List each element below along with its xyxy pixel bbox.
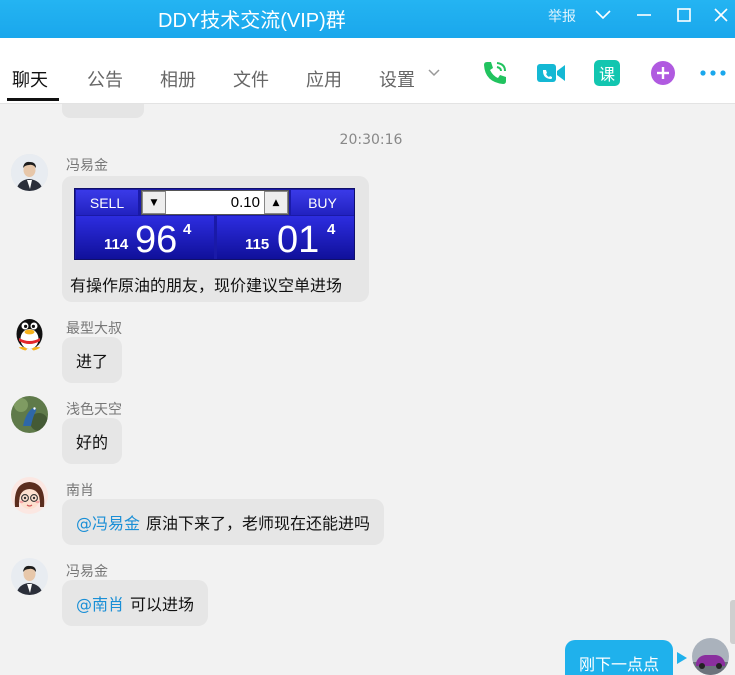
chevron-down-icon [595,10,611,20]
user-avatar-icon [11,154,48,191]
class-icon: 课 [594,60,620,86]
sender-name: 浅色天空 [66,402,122,418]
quantity-value: 0.10 [230,194,260,211]
sender-name: 冯易金 [66,158,108,174]
phone-icon [484,62,506,84]
avatar[interactable] [11,314,48,351]
sender-name: 冯易金 [66,564,108,580]
add-app-button[interactable] [648,58,678,88]
penguin-avatar-icon [16,319,43,351]
sell-price-main: 96 [135,219,178,261]
maximize-button[interactable] [666,0,702,30]
sell-price-panel[interactable]: 114 96 4 [76,216,214,261]
tab-settings[interactable]: 设置 [379,66,415,92]
more-button[interactable] [698,58,728,88]
quantity-stepper[interactable]: ▼ 0.10 ▲ [141,190,289,215]
buy-price-panel[interactable]: 115 01 4 [217,216,354,261]
bubble-tail [677,652,687,664]
more-icon [700,70,726,76]
trade-message-bubble: SELL ▼ 0.10 ▲ BUY 114 96 4 115 01 4 有操作原… [62,176,369,302]
chevron-down-icon [428,69,440,77]
mention-link[interactable]: @南肖 [76,591,124,615]
plus-app-icon [651,61,675,85]
car-avatar-icon [692,638,729,675]
caret-down-icon: ▼ [150,197,158,208]
user-avatar-icon [11,558,48,595]
maximize-icon [677,8,691,22]
avatar[interactable] [11,477,48,514]
message-bubble: @南肖 可以进场 [62,580,209,626]
title-bar: DDY技术交流(VIP)群 举报 [0,0,735,38]
buy-price-main: 01 [277,219,320,261]
class-button[interactable]: 课 [592,58,622,88]
scrollbar-handle[interactable] [730,600,735,644]
trade-widget: SELL ▼ 0.10 ▲ BUY 114 96 4 115 01 4 [74,188,355,261]
message-text: 刚下一点点 [579,655,660,674]
voice-call-button[interactable] [480,58,510,88]
avatar[interactable] [11,396,48,433]
quantity-decrease-button[interactable]: ▼ [142,191,166,214]
mention-link[interactable]: @冯易金 [76,510,140,534]
message-bubble: 进了 [62,337,123,383]
sell-price-prefix: 114 [104,236,129,253]
minimize-icon [637,14,651,16]
tab-files[interactable]: 文件 [233,66,269,92]
minimize-button[interactable] [626,0,662,30]
active-tab-indicator [7,98,59,101]
message-bubble: 好的 [62,418,123,464]
avatar[interactable] [11,558,48,595]
message-text: 有操作原油的朋友，现价建议空单进场 [70,276,343,295]
sell-price-sup: 4 [183,221,192,238]
sell-button[interactable]: SELL [76,190,138,215]
window-title: DDY技术交流(VIP)群 [158,10,346,32]
message-timestamp: 20:30:16 [339,132,403,148]
tab-bar: 聊天 公告 相册 文件 应用 设置 课 [0,38,735,104]
message-bubble: @冯易金 原油下来了，老师现在还能进吗 [62,499,385,545]
buy-price-sup: 4 [327,221,336,238]
message-text: 可以进场 [130,595,195,614]
chat-message-list[interactable]: 20:30:16 冯易金 SELL ▼ 0.10 ▲ BUY 114 96 4 [0,104,735,675]
buy-button[interactable]: BUY [291,190,354,215]
previous-message-bubble [62,104,144,118]
buy-price-prefix: 115 [245,236,270,253]
caret-up-icon: ▲ [272,197,280,208]
tab-chat[interactable]: 聊天 [12,66,48,92]
tab-announcement[interactable]: 公告 [87,66,123,92]
video-call-icon [537,64,565,82]
sender-name: 最型大叔 [66,321,122,337]
bird-avatar-icon [11,396,48,433]
video-call-button[interactable] [536,58,566,88]
message-text: 好的 [76,433,109,452]
girl-avatar-icon [11,477,48,514]
sender-name: 南肖 [66,483,94,499]
avatar[interactable] [11,154,48,191]
close-icon [714,8,728,22]
my-message-bubble: 刚下一点点 [565,640,674,675]
report-button[interactable]: 举报 [548,6,576,26]
my-avatar[interactable] [692,638,729,675]
dropdown-button[interactable] [585,0,621,30]
tab-album[interactable]: 相册 [160,66,196,92]
message-text: 原油下来了，老师现在还能进吗 [146,514,371,533]
close-button[interactable] [703,0,735,30]
tab-apps[interactable]: 应用 [306,66,342,92]
quantity-increase-button[interactable]: ▲ [264,191,288,214]
message-text: 进了 [76,352,109,371]
